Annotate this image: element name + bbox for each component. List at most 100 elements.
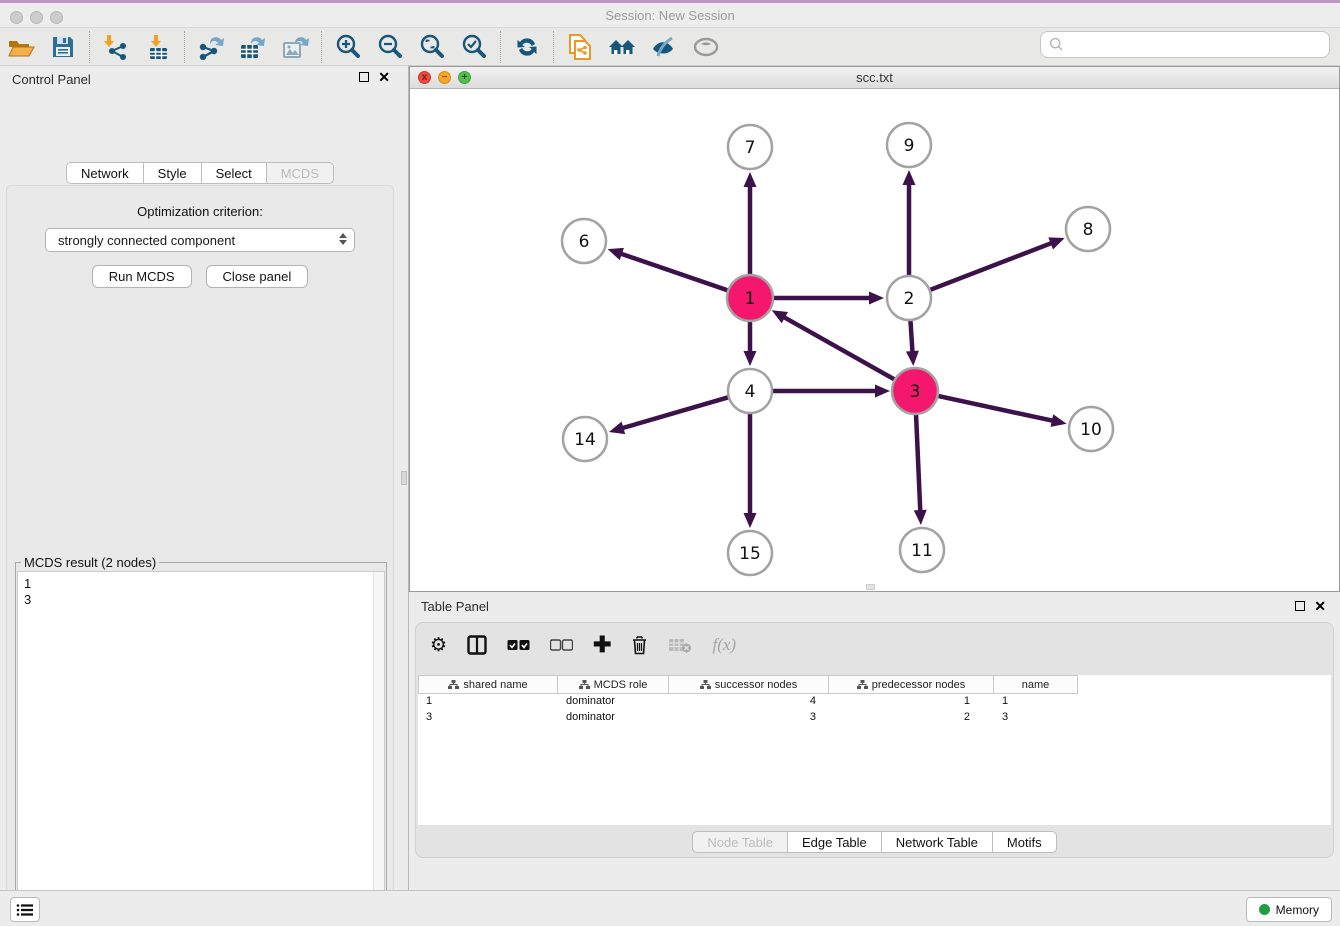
cell-successor-nodes[interactable]: 3	[669, 710, 829, 726]
cell-shared-name[interactable]: 1	[418, 694, 558, 710]
table-row[interactable]: 1dominator411	[418, 694, 1331, 710]
column-header-predecessor-nodes[interactable]: predecessor nodes	[829, 675, 994, 694]
control-panel-title: Control Panel	[12, 72, 91, 87]
tab-network[interactable]: Network	[66, 162, 144, 184]
tab-edge-table[interactable]: Edge Table	[788, 831, 882, 853]
arrowhead-2-3	[906, 351, 919, 366]
save-session-icon[interactable]	[46, 31, 80, 63]
cell-predecessor-nodes[interactable]: 1	[829, 694, 994, 710]
status-bar: Memory	[0, 890, 1340, 926]
column-header-shared-name[interactable]: shared name	[418, 675, 558, 694]
cell-shared-name[interactable]: 3	[418, 710, 558, 726]
edge-3-1[interactable]	[783, 317, 897, 382]
hierarchy-icon	[700, 680, 711, 689]
table-panel-close-icon[interactable]: ✕	[1314, 601, 1326, 611]
control-panel-close-icon[interactable]: ✕	[378, 72, 390, 82]
export-network-icon[interactable]	[194, 31, 228, 63]
tab-node-table[interactable]: Node Table	[692, 831, 788, 853]
select-all-check-icon[interactable]	[507, 639, 530, 651]
edge-3-11[interactable]	[916, 411, 920, 512]
cell-MCDS-role[interactable]: dominator	[558, 694, 669, 710]
table-row[interactable]: 3dominator323	[418, 710, 1331, 726]
import-table-icon[interactable]	[141, 31, 175, 63]
node-label-2: 2	[904, 289, 915, 309]
export-image-icon[interactable]	[278, 31, 312, 63]
open-session-icon[interactable]	[4, 31, 38, 63]
import-network-icon[interactable]	[99, 31, 133, 63]
export-table-icon[interactable]	[236, 31, 270, 63]
edge-3-10[interactable]	[935, 395, 1054, 421]
tab-motifs[interactable]: Motifs	[993, 831, 1057, 853]
run-mcds-button[interactable]: Run MCDS	[92, 265, 192, 288]
cell-name[interactable]: 3	[994, 710, 1078, 726]
network-canvas[interactable]: 7968124314101511	[410, 89, 1339, 591]
edge-2-8[interactable]	[928, 243, 1053, 291]
tab-style[interactable]: Style	[144, 162, 202, 184]
table-tabs: Node TableEdge TableNetwork TableMotifs	[692, 831, 1056, 853]
delete-table-disabled-icon	[668, 637, 692, 653]
arrowhead-1-2	[869, 292, 884, 305]
zoom-fit-icon[interactable]	[415, 31, 449, 63]
edge-2-3[interactable]	[910, 318, 912, 353]
tab-select[interactable]: Select	[202, 162, 267, 184]
control-panel-float-icon[interactable]	[359, 72, 369, 82]
show-all-icon[interactable]	[689, 31, 723, 63]
cell-MCDS-role[interactable]: dominator	[558, 710, 669, 726]
hide-selected-icon[interactable]	[647, 31, 681, 63]
table-panel-title: Table Panel	[421, 599, 489, 614]
network-window-title: scc.txt	[410, 70, 1339, 85]
edge-1-6[interactable]	[620, 253, 731, 291]
arrowhead-4-3	[875, 385, 890, 398]
column-header-successor-nodes[interactable]: successor nodes	[669, 675, 829, 694]
function-builder-disabled-icon: f(x)	[712, 635, 736, 655]
memory-button[interactable]: Memory	[1246, 897, 1332, 922]
node-label-3: 3	[910, 382, 921, 402]
canvas-resize-grip[interactable]	[866, 584, 875, 590]
tab-mcds[interactable]: MCDS	[267, 162, 334, 184]
first-neighbors-icon[interactable]	[605, 31, 639, 63]
dropdown-stepper-icon	[339, 233, 347, 245]
search-icon	[1049, 37, 1064, 52]
clone-network-icon[interactable]	[563, 31, 597, 63]
criterion-dropdown[interactable]: strongly connected component	[45, 228, 355, 252]
node-label-4: 4	[745, 382, 756, 402]
memory-status-icon	[1259, 904, 1270, 915]
task-history-button[interactable]	[10, 897, 40, 922]
zoom-in-icon[interactable]	[331, 31, 365, 63]
table-header-row: shared nameMCDS rolesuccessor nodesprede…	[418, 675, 1331, 694]
cell-successor-nodes[interactable]: 4	[669, 694, 829, 710]
splitter-grip[interactable]	[401, 471, 407, 485]
result-scrollbar[interactable]	[373, 572, 384, 926]
edge-4-14[interactable]	[621, 397, 730, 429]
vertical-splitter[interactable]	[400, 66, 409, 890]
node-label-14: 14	[574, 430, 596, 450]
column-header-MCDS-role[interactable]: MCDS role	[558, 675, 669, 694]
arrowhead-4-15	[744, 513, 757, 528]
arrowhead-3-11	[914, 510, 927, 525]
deselect-all-icon[interactable]	[550, 639, 573, 651]
memory-button-label: Memory	[1276, 903, 1319, 917]
arrowhead-1-4	[744, 351, 757, 366]
toolbar-separator	[500, 31, 501, 63]
arrowhead-1-7	[744, 172, 757, 187]
arrowhead-4-14	[609, 422, 625, 434]
zoom-out-icon[interactable]	[373, 31, 407, 63]
list-icon	[16, 903, 34, 917]
network-window-titlebar[interactable]: x − + scc.txt	[410, 67, 1339, 89]
tab-network-table[interactable]: Network Table	[882, 831, 993, 853]
cell-name[interactable]: 1	[994, 694, 1078, 710]
close-panel-button[interactable]: Close panel	[206, 265, 309, 288]
refresh-icon[interactable]	[510, 31, 544, 63]
table-options-icon[interactable]: ⚙	[430, 634, 447, 656]
node-table[interactable]: shared nameMCDS rolesuccessor nodesprede…	[418, 675, 1331, 825]
column-layout-icon[interactable]	[467, 635, 487, 655]
cell-predecessor-nodes[interactable]: 2	[829, 710, 994, 726]
zoom-selected-icon[interactable]	[457, 31, 491, 63]
mcds-result-text[interactable]: 1 3	[24, 576, 370, 926]
search-input[interactable]	[1040, 31, 1330, 58]
toolbar-separator	[553, 31, 554, 63]
column-header-name[interactable]: name	[994, 675, 1078, 694]
table-panel-float-icon[interactable]	[1295, 601, 1305, 611]
add-column-icon[interactable]: ✚	[593, 636, 611, 654]
delete-column-icon[interactable]	[631, 635, 648, 655]
